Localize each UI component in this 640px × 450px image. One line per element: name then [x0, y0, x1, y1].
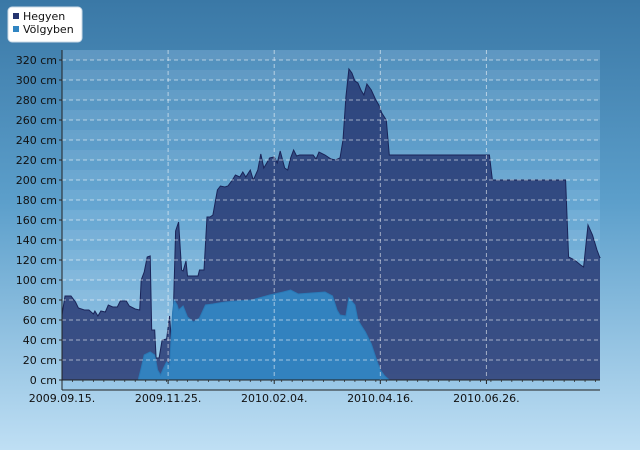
y-tick-label: 300 cm	[16, 74, 57, 87]
legend-label: Hegyen	[23, 10, 65, 23]
y-tick-label: 60 cm	[23, 314, 57, 327]
background-band	[62, 50, 600, 60]
legend-label: Völgyben	[23, 23, 74, 36]
background-band	[62, 110, 600, 120]
y-tick-label: 80 cm	[23, 294, 57, 307]
legend-swatch	[13, 13, 19, 19]
y-tick-label: 200 cm	[16, 174, 57, 187]
x-tick-label: 2010.04.16.	[347, 392, 413, 405]
background-band	[62, 130, 600, 140]
y-tick-label: 320 cm	[16, 54, 57, 67]
y-tick-label: 220 cm	[16, 154, 57, 167]
y-tick-label: 160 cm	[16, 214, 57, 227]
x-tick-label: 2010.06.26.	[453, 392, 519, 405]
y-tick-label: 260 cm	[16, 114, 57, 127]
y-tick-label: 20 cm	[23, 354, 57, 367]
y-tick-label: 180 cm	[16, 194, 57, 207]
y-tick-label: 240 cm	[16, 134, 57, 147]
y-tick-label: 120 cm	[16, 254, 57, 267]
legend-swatch	[13, 26, 19, 32]
background-band	[62, 90, 600, 100]
legend: HegyenVölgyben	[7, 6, 83, 43]
chart-canvas: 0 cm 20 cm 40 cm 60 cm 80 cm 100 cm 120 cm 140 …	[0, 0, 640, 450]
x-tick-label: 2009.11.25.	[135, 392, 201, 405]
y-tick-label: 100 cm	[16, 274, 57, 287]
y-tick-label: 40 cm	[23, 334, 57, 347]
y-tick-label: 0 cm	[30, 374, 57, 387]
x-tick-label: 2009.09.15.	[29, 392, 95, 405]
y-tick-label: 140 cm	[16, 234, 57, 247]
y-tick-label: 280 cm	[16, 94, 57, 107]
snow-depth-chart: 0 cm 20 cm 40 cm 60 cm 80 cm 100 cm 120 cm 140 …	[0, 0, 640, 450]
x-tick-label: 2010.02.04.	[241, 392, 307, 405]
background-band	[62, 70, 600, 80]
